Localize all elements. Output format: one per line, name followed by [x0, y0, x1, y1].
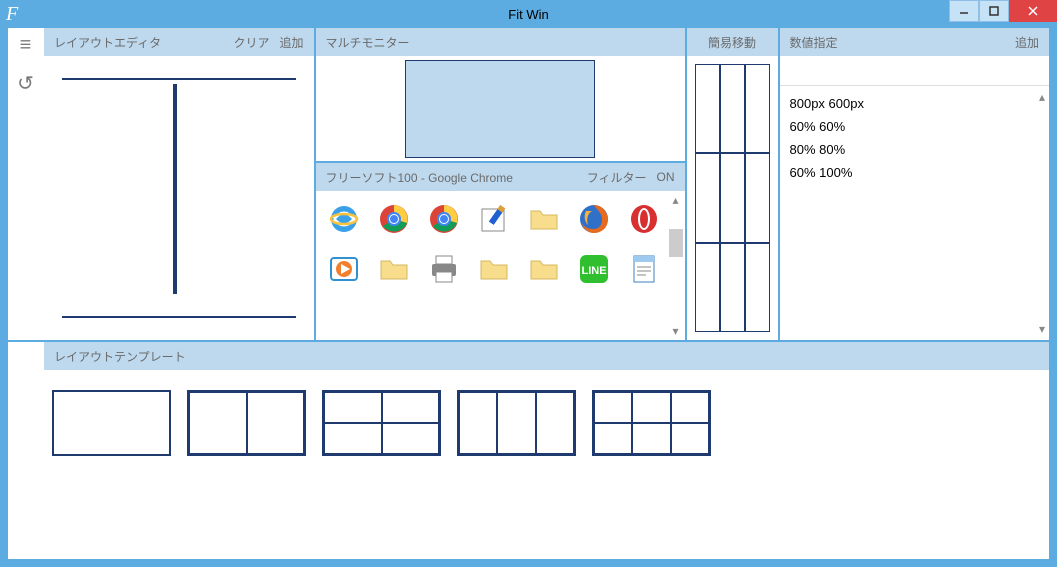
- app-firefox-icon[interactable]: [576, 201, 612, 237]
- quick-move-cell[interactable]: [720, 64, 745, 153]
- filter-on[interactable]: ON: [657, 170, 675, 184]
- numeric-panel: 数値指定 追加 800px 600px 60% 60% 80% 80% 60% …: [780, 28, 1050, 340]
- layout-editor-canvas[interactable]: [44, 56, 314, 340]
- editor-divider[interactable]: [173, 84, 177, 294]
- app-opera-icon[interactable]: [626, 201, 662, 237]
- template-2x2[interactable]: [322, 390, 441, 456]
- app-chrome-icon[interactable]: [426, 201, 462, 237]
- add-button[interactable]: 追加: [279, 34, 303, 51]
- layout-editor-title: レイアウトエディタ: [54, 34, 223, 51]
- template-3x2[interactable]: [592, 390, 711, 456]
- app-folder-icon[interactable]: [376, 251, 412, 287]
- app-folder-icon[interactable]: [526, 251, 562, 287]
- quick-move-grid: [687, 56, 778, 340]
- template-3x1[interactable]: [457, 390, 576, 456]
- layout-editor-panel: レイアウトエディタ クリア 追加: [44, 28, 316, 340]
- close-button[interactable]: [1009, 0, 1057, 22]
- window-icons-grid: LINE ▴ ▾: [316, 191, 685, 340]
- maximize-button[interactable]: [979, 0, 1009, 22]
- scroll-up-icon[interactable]: ▴: [669, 193, 683, 207]
- scroll-up-icon[interactable]: ▴: [1039, 90, 1045, 104]
- svg-text:LINE: LINE: [581, 265, 606, 277]
- spacer: [8, 342, 44, 559]
- numeric-item[interactable]: 800px 600px: [790, 92, 1040, 115]
- quick-move-title: 簡易移動: [708, 34, 756, 51]
- multi-monitor-panel: マルチモニター: [316, 28, 685, 161]
- app-printer-icon[interactable]: [426, 251, 462, 287]
- quick-move-cell[interactable]: [745, 243, 770, 332]
- multi-monitor-title: マルチモニター: [326, 34, 675, 51]
- filter-label[interactable]: フィルター: [587, 169, 647, 186]
- quick-move-cell[interactable]: [745, 153, 770, 242]
- window-picker-header: フリーソフト100 - Google Chrome フィルター ON: [316, 163, 685, 191]
- quick-move-panel: 簡易移動: [687, 28, 780, 340]
- template-1x1[interactable]: [52, 390, 171, 456]
- numeric-add-button[interactable]: 追加: [1015, 34, 1039, 51]
- multi-monitor-header: マルチモニター: [316, 28, 685, 56]
- app-ie-icon[interactable]: [326, 201, 362, 237]
- monitor-thumbnail[interactable]: [405, 60, 595, 158]
- app-notepad-icon[interactable]: [476, 201, 512, 237]
- titlebar[interactable]: F Fit Win: [0, 0, 1057, 28]
- app-wordpad-icon[interactable]: [626, 251, 662, 287]
- multi-monitor-body: [316, 56, 685, 161]
- top-area: ≡ ↺ レイアウトエディタ クリア 追加 マルチモニター: [8, 28, 1049, 340]
- content: ≡ ↺ レイアウトエディタ クリア 追加 マルチモニター: [8, 28, 1049, 559]
- quick-move-cell[interactable]: [695, 64, 720, 153]
- quick-move-cell[interactable]: [720, 243, 745, 332]
- scroll-down-icon[interactable]: ▾: [1039, 322, 1045, 336]
- middle-column: マルチモニター フリーソフト100 - Google Chrome フィルター …: [316, 28, 687, 340]
- numeric-item[interactable]: 80% 80%: [790, 138, 1040, 161]
- quick-move-cell[interactable]: [745, 64, 770, 153]
- template-2x1[interactable]: [187, 390, 306, 456]
- undo-icon[interactable]: ↺: [17, 71, 34, 96]
- window-title: Fit Win: [0, 7, 1057, 22]
- active-window-title: フリーソフト100 - Google Chrome: [326, 169, 577, 186]
- clear-button[interactable]: クリア: [233, 34, 269, 51]
- templates-body: [44, 370, 1049, 559]
- quick-move-body: [687, 56, 778, 340]
- templates-panel: レイアウトテンプレート: [44, 342, 1049, 559]
- scroll-down-icon[interactable]: ▾: [669, 324, 683, 338]
- quick-move-cell[interactable]: [695, 243, 720, 332]
- numeric-item[interactable]: 60% 100%: [790, 161, 1040, 184]
- scrollbar[interactable]: ▴ ▾: [669, 191, 683, 340]
- editor-guide-bottom: [62, 316, 296, 318]
- numeric-list: 800px 600px 60% 60% 80% 80% 60% 100% ▴ ▾: [780, 86, 1050, 340]
- app-line-icon[interactable]: LINE: [576, 251, 612, 287]
- app-folder-icon[interactable]: [476, 251, 512, 287]
- window-controls: [949, 0, 1057, 22]
- editor-guide-top: [62, 78, 296, 80]
- quick-move-header: 簡易移動: [687, 28, 778, 56]
- bottom-area: レイアウトテンプレート: [8, 340, 1049, 559]
- maximize-icon: [989, 6, 999, 16]
- numeric-title: 数値指定: [790, 34, 1005, 51]
- minimize-button[interactable]: [949, 0, 979, 22]
- layout-editor-header: レイアウトエディタ クリア 追加: [44, 28, 314, 56]
- left-toolbar: ≡ ↺: [8, 28, 44, 340]
- quick-move-cell[interactable]: [720, 153, 745, 242]
- app-mediaplayer-icon[interactable]: [326, 251, 362, 287]
- menu-icon[interactable]: ≡: [20, 34, 32, 57]
- scroll-thumb[interactable]: [669, 229, 683, 257]
- numeric-item[interactable]: 60% 60%: [790, 115, 1040, 138]
- window-picker-panel: フリーソフト100 - Google Chrome フィルター ON: [316, 161, 685, 340]
- templates-title: レイアウトテンプレート: [54, 348, 1039, 365]
- templates-header: レイアウトテンプレート: [44, 342, 1049, 370]
- quick-move-cell[interactable]: [695, 153, 720, 242]
- close-icon: [1027, 5, 1039, 17]
- app-chrome-icon[interactable]: [376, 201, 412, 237]
- app-folder-icon[interactable]: [526, 201, 562, 237]
- minimize-icon: [959, 6, 969, 16]
- numeric-input[interactable]: [780, 56, 1050, 86]
- numeric-header: 数値指定 追加: [780, 28, 1050, 56]
